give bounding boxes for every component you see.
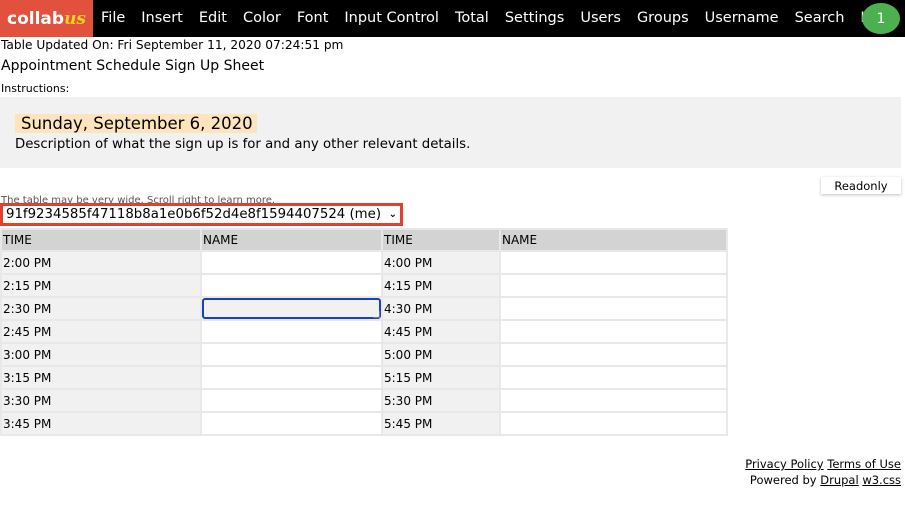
- name-input[interactable]: [202, 252, 381, 273]
- resize-handle-icon[interactable]: [373, 311, 380, 318]
- table-row: 2:45 PM 4:45 PM: [2, 321, 726, 342]
- main-menu: File Insert Edit Color Font Input Control Tota…: [93, 0, 901, 37]
- table-header-row: TIME NAME TIME NAME: [2, 230, 726, 250]
- time-cell: 5:45 PM: [383, 413, 499, 434]
- table-row: 3:15 PM 5:15 PM: [2, 367, 726, 388]
- time-cell: 3:15 PM: [2, 367, 200, 388]
- schedule-table: TIME NAME TIME NAME 2:00 PM 4:00 PM 2:15 P…: [0, 228, 728, 436]
- event-description: Description of what the sign up is for a…: [15, 137, 471, 152]
- name-cell[interactable]: [501, 321, 726, 342]
- user-select-value: 91f9234585f47118b8a1e0b6f52d4e8f15944075…: [6, 207, 382, 222]
- menu-settings[interactable]: Settings: [497, 0, 572, 37]
- menu-groups[interactable]: Groups: [629, 0, 697, 37]
- menu-font[interactable]: Font: [289, 0, 337, 37]
- time-cell: 5:30 PM: [383, 390, 499, 411]
- table-row: 2:00 PM 4:00 PM: [2, 252, 726, 273]
- header-name-2: NAME: [501, 230, 726, 250]
- privacy-policy-link[interactable]: Privacy Policy: [745, 457, 823, 471]
- name-cell[interactable]: [202, 390, 381, 411]
- user-select-dropdown[interactable]: 91f9234585f47118b8a1e0b6f52d4e8f15944075…: [0, 203, 403, 226]
- menu-username[interactable]: Username: [697, 0, 787, 37]
- name-cell[interactable]: [501, 367, 726, 388]
- name-input[interactable]: [501, 321, 726, 342]
- name-cell[interactable]: [501, 275, 726, 296]
- time-cell: 4:15 PM: [383, 275, 499, 296]
- user-count-badge[interactable]: 1: [862, 3, 900, 34]
- top-menu-bar: collab us File Insert Edit Color Font Input Co…: [0, 0, 905, 37]
- terms-of-use-link[interactable]: Terms of Use: [827, 457, 901, 471]
- time-cell: 2:45 PM: [2, 321, 200, 342]
- name-input[interactable]: [202, 367, 381, 388]
- time-cell: 3:45 PM: [2, 413, 200, 434]
- instructions-label: Instructions:: [1, 82, 70, 95]
- menu-input-control[interactable]: Input Control: [336, 0, 447, 37]
- table-updated-timestamp: Table Updated On: Fri September 11, 2020…: [1, 38, 344, 52]
- name-input[interactable]: [202, 390, 381, 411]
- time-cell: 4:00 PM: [383, 252, 499, 273]
- readonly-button[interactable]: Readonly: [821, 177, 901, 194]
- w3css-link[interactable]: w3.css: [862, 473, 901, 487]
- header-time-1: TIME: [2, 230, 200, 250]
- time-cell: 5:00 PM: [383, 344, 499, 365]
- name-input[interactable]: [501, 252, 726, 273]
- menu-file[interactable]: File: [93, 0, 133, 37]
- name-input[interactable]: [202, 275, 381, 296]
- time-cell: 2:00 PM: [2, 252, 200, 273]
- table-row: 3:00 PM 5:00 PM: [2, 344, 726, 365]
- name-cell[interactable]: [501, 390, 726, 411]
- name-cell[interactable]: [202, 367, 381, 388]
- table-row: 3:45 PM 5:45 PM: [2, 413, 726, 434]
- name-cell[interactable]: [202, 413, 381, 434]
- page-title: Appointment Schedule Sign Up Sheet: [1, 58, 265, 74]
- event-date: Sunday, September 6, 2020: [15, 114, 257, 133]
- time-cell: 3:00 PM: [2, 344, 200, 365]
- name-input[interactable]: [501, 413, 726, 434]
- name-input[interactable]: [501, 390, 726, 411]
- name-input[interactable]: [202, 413, 381, 434]
- chevron-down-icon: ⌄: [388, 209, 397, 220]
- name-cell[interactable]: [202, 275, 381, 296]
- menu-search[interactable]: Search: [787, 0, 853, 37]
- time-cell: 4:30 PM: [383, 298, 499, 319]
- menu-insert[interactable]: Insert: [133, 0, 191, 37]
- name-input[interactable]: [202, 344, 381, 365]
- collabus-logo[interactable]: collab us: [0, 0, 93, 37]
- footer: Privacy Policy Terms of Use Powered by D…: [745, 456, 901, 488]
- name-cell[interactable]: [501, 298, 726, 319]
- header-time-2: TIME: [383, 230, 499, 250]
- name-input[interactable]: [501, 298, 726, 319]
- name-cell[interactable]: [202, 298, 381, 319]
- name-input[interactable]: [202, 321, 381, 342]
- name-cell[interactable]: [501, 413, 726, 434]
- name-input[interactable]: [501, 275, 726, 296]
- menu-total[interactable]: Total: [447, 0, 497, 37]
- table-row: 3:30 PM 5:30 PM: [2, 390, 726, 411]
- time-cell: 2:30 PM: [2, 298, 200, 319]
- time-cell: 3:30 PM: [2, 390, 200, 411]
- drupal-link[interactable]: Drupal: [820, 473, 858, 487]
- time-cell: 5:15 PM: [383, 367, 499, 388]
- name-cell[interactable]: [202, 344, 381, 365]
- time-cell: 2:15 PM: [2, 275, 200, 296]
- name-input-active[interactable]: [202, 298, 381, 319]
- powered-by-label: Powered by: [749, 473, 817, 487]
- name-cell[interactable]: [501, 252, 726, 273]
- header-name-1: NAME: [202, 230, 381, 250]
- menu-users[interactable]: Users: [572, 0, 629, 37]
- name-input[interactable]: [501, 367, 726, 388]
- menu-edit[interactable]: Edit: [191, 0, 235, 37]
- instructions-panel: Sunday, September 6, 2020 Description of…: [0, 97, 901, 168]
- name-cell[interactable]: [202, 252, 381, 273]
- logo-accent-text: us: [64, 8, 86, 29]
- name-input[interactable]: [501, 344, 726, 365]
- name-cell[interactable]: [202, 321, 381, 342]
- menu-color[interactable]: Color: [235, 0, 289, 37]
- logo-text: collab: [7, 8, 65, 29]
- name-cell[interactable]: [501, 344, 726, 365]
- time-cell: 4:45 PM: [383, 321, 499, 342]
- table-row: 2:15 PM 4:15 PM: [2, 275, 726, 296]
- table-row: 2:30 PM 4:30 PM: [2, 298, 726, 319]
